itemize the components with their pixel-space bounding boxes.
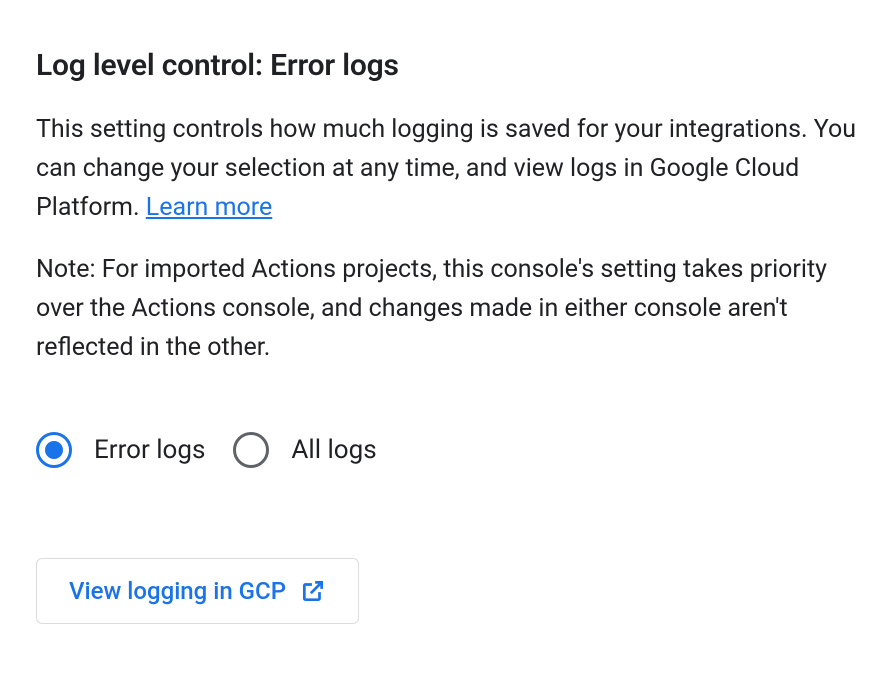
- page-heading: Log level control: Error logs: [36, 48, 858, 83]
- log-level-radio-group: Error logs All logs: [36, 432, 858, 468]
- view-logging-label: View logging in GCP: [69, 577, 286, 605]
- radio-option-all-logs[interactable]: All logs: [233, 432, 376, 468]
- radio-option-error-logs[interactable]: Error logs: [36, 432, 205, 468]
- radio-selected-icon: [36, 432, 72, 468]
- note-text: Note: For imported Actions projects, thi…: [36, 251, 858, 367]
- description-text: This setting controls how much logging i…: [36, 111, 858, 227]
- view-logging-button[interactable]: View logging in GCP: [36, 558, 359, 624]
- radio-unselected-icon: [233, 432, 269, 468]
- radio-label: All logs: [291, 435, 376, 465]
- external-link-icon: [300, 578, 326, 604]
- radio-label: Error logs: [94, 435, 205, 465]
- learn-more-link[interactable]: Learn more: [146, 193, 272, 222]
